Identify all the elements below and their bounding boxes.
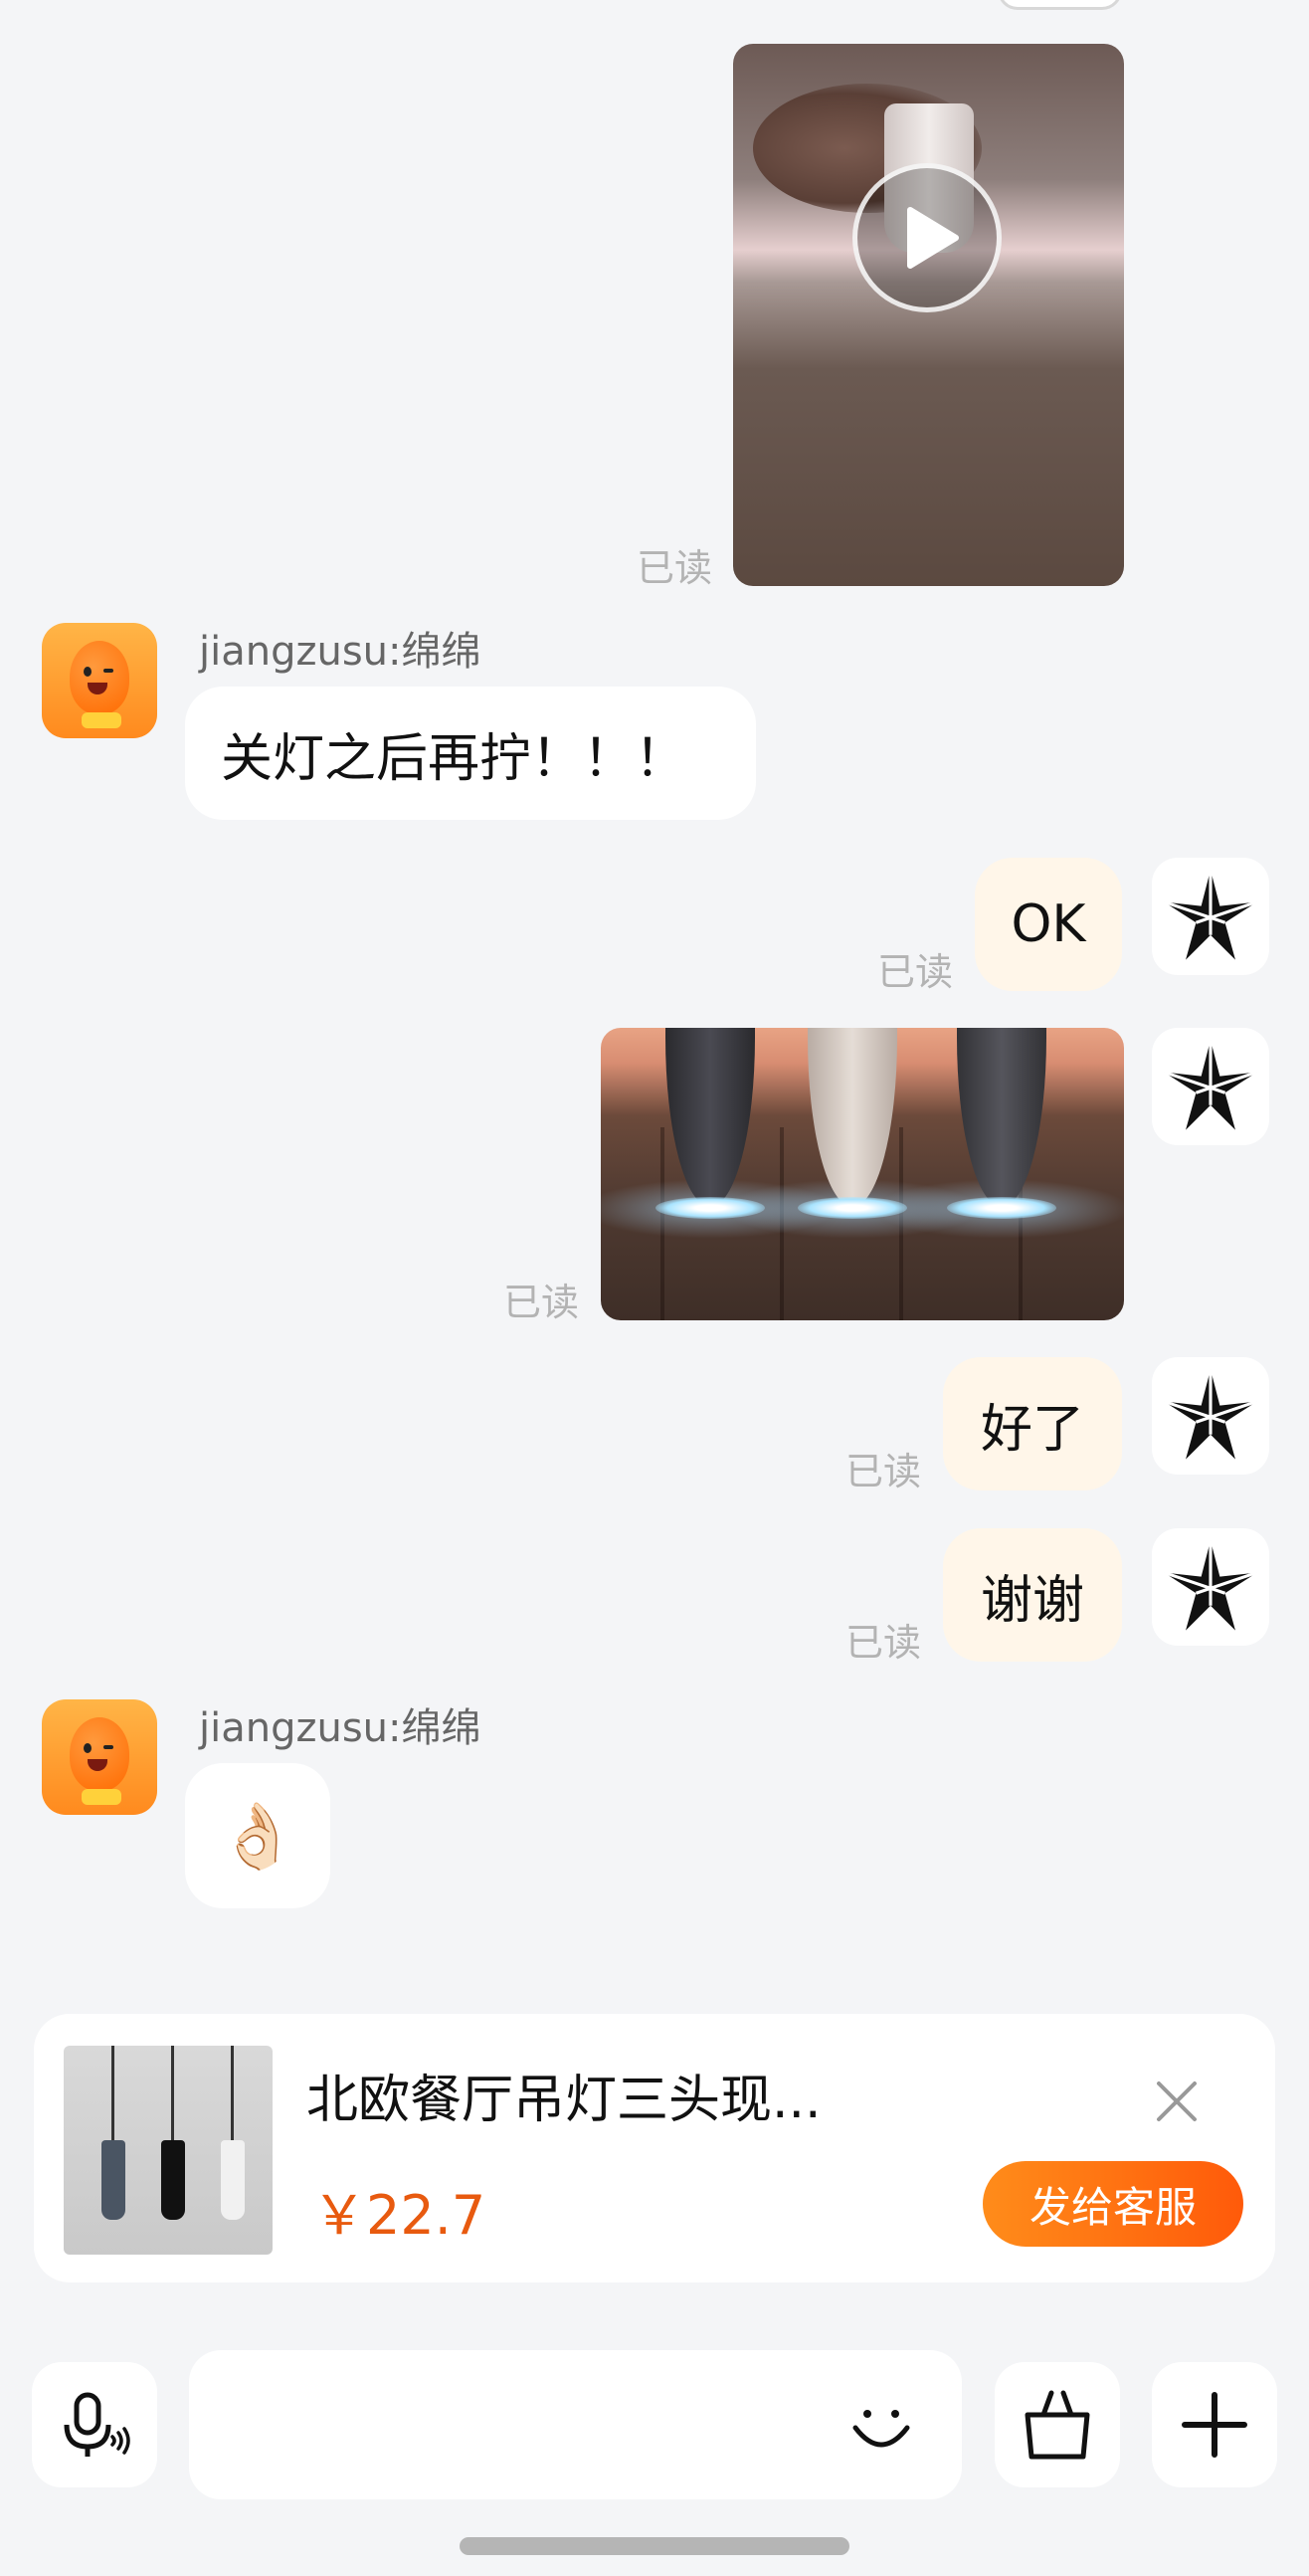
image-message[interactable] [601,1028,1124,1320]
home-indicator[interactable] [460,2537,849,2555]
lamp-light [798,1197,907,1219]
mascot-tie [82,712,121,728]
thumb-cord [111,2046,114,2145]
message-bubble[interactable]: 谢谢 [943,1528,1122,1662]
read-status: 已读 [637,546,713,590]
sender-name: jiangzusu:绵绵 [199,629,481,675]
plus-icon [1182,2392,1247,2458]
shop-button[interactable] [995,2362,1120,2487]
avatar[interactable] [1152,1028,1269,1145]
voice-button[interactable] [32,2362,157,2487]
thumb-lamp [101,2140,125,2220]
mascot-eye [84,1743,92,1753]
avatar[interactable] [1152,858,1269,975]
read-status: 已读 [503,1281,580,1324]
mascot-eye [84,667,92,677]
emoji-icon[interactable] [845,2390,917,2466]
read-status: 已读 [877,950,954,994]
star-logo-icon [1163,1369,1258,1460]
thumb-lamp [161,2140,185,2220]
star-logo-icon [1163,1040,1258,1130]
partial-top-element [998,0,1122,10]
voice-icon [64,2392,130,2457]
mascot-tie [82,1789,121,1805]
product-price: ￥22.7 [312,2184,486,2247]
more-button[interactable] [1152,2362,1277,2487]
mascot-eye [103,1745,113,1749]
thumb-lamp [221,2140,245,2220]
thumb-cord [231,2046,234,2145]
avatar[interactable] [42,1699,157,1815]
avatar[interactable] [1152,1528,1269,1646]
product-card[interactable]: 北欧餐厅吊灯三头现... ￥22.7 发给客服 [34,2014,1275,2282]
mascot-icon [70,1717,129,1791]
message-input[interactable] [189,2350,962,2499]
avatar[interactable] [1152,1357,1269,1475]
play-icon[interactable] [852,163,1002,312]
message-bubble[interactable]: 关灯之后再拧！！！ [185,687,756,820]
thumb-cord [171,2046,174,2145]
message-bubble[interactable]: OK [975,858,1122,991]
mascot-eye [103,669,113,673]
read-status: 已读 [845,1621,922,1665]
star-logo-icon [1163,1540,1258,1631]
video-message[interactable] [733,44,1124,586]
lamp-light [947,1197,1056,1219]
emoji-message[interactable]: 👌🏻 [185,1763,330,1908]
shopping-bag-icon [1025,2390,1090,2460]
product-thumbnail[interactable] [64,2046,273,2255]
mascot-icon [70,641,129,714]
product-title[interactable]: 北欧餐厅吊灯三头现... [306,2058,822,2132]
avatar[interactable] [42,623,157,738]
read-status: 已读 [845,1450,922,1493]
close-icon[interactable] [1145,2070,1209,2133]
star-logo-icon [1163,870,1258,960]
lamp-light [655,1197,765,1219]
send-to-service-button[interactable]: 发给客服 [983,2161,1243,2247]
sender-name: jiangzusu:绵绵 [199,1705,481,1751]
message-bubble[interactable]: 好了 [943,1357,1122,1490]
